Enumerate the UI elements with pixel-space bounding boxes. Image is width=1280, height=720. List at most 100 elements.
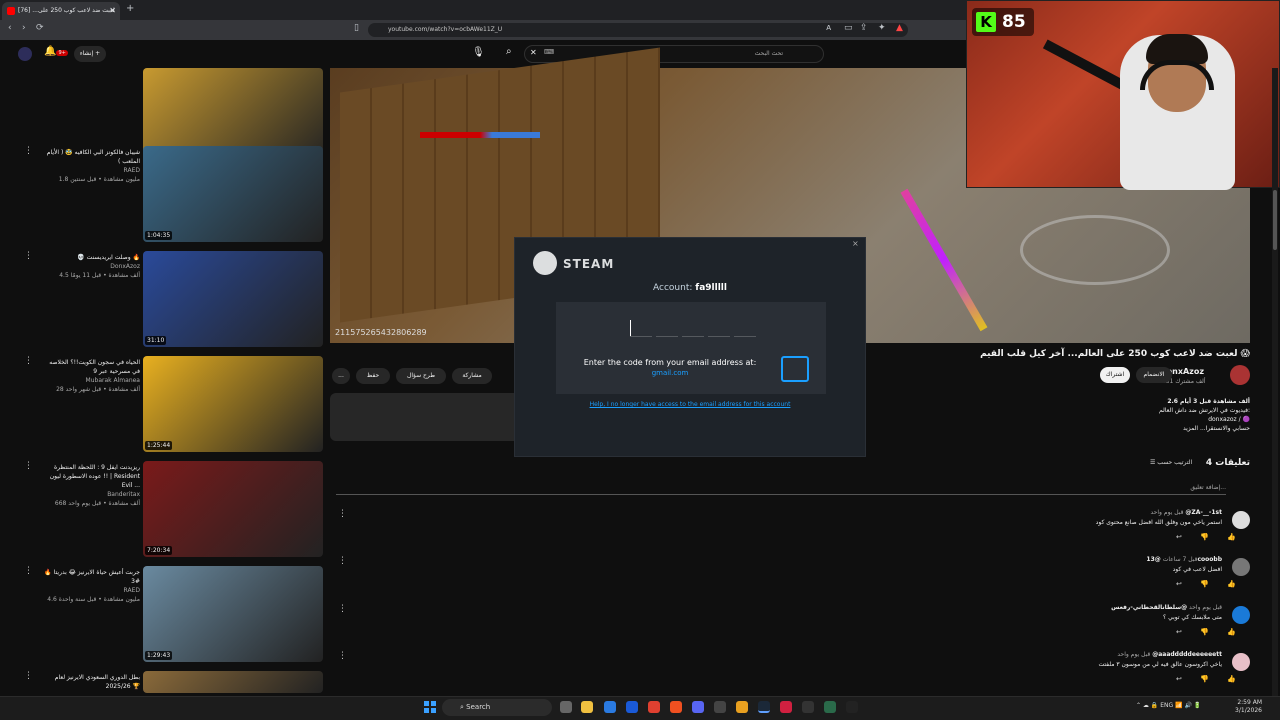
code-digit-2[interactable] — [656, 336, 678, 337]
comment-actions[interactable]: ↩ 👎 👍 — [1176, 675, 1244, 683]
user-avatar[interactable] — [18, 47, 32, 61]
browser-tab[interactable]: لعبت ضد لاعب كوب 250 على... [76] ✕ — [2, 2, 120, 20]
keyboard-icon[interactable]: ⌨ — [544, 48, 554, 56]
video-info[interactable]: ريزيدنت ايفل 9 : اللحظة المنتظرة عوده ال… — [40, 463, 140, 508]
comment-avatar[interactable] — [1232, 606, 1250, 624]
mail-icon[interactable] — [626, 701, 638, 713]
steam-close-icon[interactable]: × — [852, 239, 859, 248]
code-digit-1[interactable] — [630, 336, 652, 337]
video-info[interactable]: جربت أعيش حياة الايرنيز 😂 بدريتا 🔥 #3 RAE… — [40, 568, 140, 604]
share-icon[interactable]: ⇪ — [860, 23, 868, 33]
system-tray[interactable]: ⌃ ☁ 🔒 ENG 📶 🔊 🔋 — [1136, 702, 1201, 709]
video-thumbnail[interactable]: 1:04:35 — [143, 146, 323, 242]
scrollbar-thumb[interactable] — [1273, 190, 1277, 250]
extension-icon[interactable]: ✦ — [878, 23, 886, 33]
comment-actions[interactable]: ↩ 👎 👍 — [1176, 628, 1244, 636]
obs-icon[interactable] — [714, 701, 726, 713]
video-menu-icon[interactable]: ⋮ — [24, 356, 33, 366]
app-icon[interactable] — [846, 701, 858, 713]
reload-icon[interactable]: ⟳ — [36, 23, 44, 33]
video-thumbnail[interactable] — [143, 671, 323, 693]
back-icon[interactable]: ‹ — [8, 23, 12, 33]
adobe-icon[interactable] — [780, 701, 792, 713]
comment-author[interactable]: @ZA-__-1st — [1185, 509, 1222, 516]
tab-close-icon[interactable]: ✕ — [109, 2, 116, 20]
video-thumbnail[interactable]: 1:25:44 — [143, 356, 323, 452]
voice-search-icon[interactable]: 🎙 — [472, 47, 485, 58]
brave-icon[interactable]: ▲ — [896, 23, 903, 33]
notifications-icon[interactable]: 🔔 9+ — [44, 46, 68, 57]
comment-author[interactable]: @سلطانالقحطاني-رفعس — [1111, 604, 1187, 611]
file-explorer-icon[interactable] — [581, 701, 593, 713]
comment-menu-icon[interactable]: ⋮ — [338, 556, 347, 566]
store-icon[interactable] — [604, 701, 616, 713]
comment-author[interactable]: @aaadddddeeeeeett — [1152, 651, 1222, 658]
language-indicator[interactable]: ENG — [1160, 702, 1173, 709]
account-label: Account: — [653, 283, 693, 293]
video-thumbnail[interactable]: 31:10 — [143, 251, 323, 347]
brave-taskbar-icon[interactable] — [670, 701, 682, 713]
video-info[interactable]: بطل الدوري السعودي الايرنيز لعام 2025/26… — [40, 673, 140, 691]
comment-actions[interactable]: ↩ 👎 👍 — [1176, 533, 1244, 541]
share-button[interactable]: مشاركة — [452, 368, 492, 384]
page-scrollbar[interactable] — [1272, 68, 1278, 696]
app-icon[interactable] — [802, 701, 814, 713]
comment-time: قبل يوم واحد — [1150, 509, 1184, 516]
bookmark-icon[interactable]: ▯ — [354, 23, 359, 33]
video-title: شيبان فالكونز البي الكافيه 🥸 ( الأيام ال… — [46, 149, 140, 165]
chrome-icon[interactable] — [648, 701, 660, 713]
task-view-icon[interactable] — [560, 701, 572, 713]
video-info[interactable]: الحياه في سجون الكويت!!؟ الخلاصه في مسرح… — [40, 358, 140, 394]
forward-icon[interactable]: › — [22, 23, 26, 33]
code-digit-3[interactable] — [682, 336, 704, 337]
code-digit-5[interactable] — [734, 336, 756, 337]
comment-author-line: قبل يوم واحد @ZA-__-1st — [922, 509, 1222, 516]
sort-label: الترتيب حسب — [1157, 459, 1193, 466]
channel-avatar[interactable] — [1230, 365, 1250, 385]
steam-taskbar-icon[interactable] — [758, 701, 770, 713]
description-box[interactable] — [330, 393, 520, 441]
video-description[interactable]: 2.6 ألف مشاهدة قبل 3 أيام فيديوت في الاي… — [1090, 397, 1250, 433]
join-button[interactable]: الانضمام — [1136, 367, 1172, 383]
video-info[interactable]: 💀 وصلت ايريديسنت 🔥 DonxAzoz 4.5 ألف مشاهدة… — [40, 253, 140, 280]
cast-icon[interactable]: ▭ — [844, 23, 853, 33]
save-button[interactable]: حفظ — [356, 368, 390, 384]
create-button[interactable]: إنشاء + — [74, 46, 106, 62]
video-menu-icon[interactable]: ⋮ — [24, 566, 33, 576]
more-actions-button[interactable]: ... — [332, 368, 350, 384]
translate-icon[interactable]: ᴀ — [826, 23, 831, 33]
comment-avatar[interactable] — [1232, 558, 1250, 576]
comment-menu-icon[interactable]: ⋮ — [338, 509, 347, 519]
comment-avatar[interactable] — [1232, 511, 1250, 529]
video-menu-icon[interactable]: ⋮ — [24, 671, 33, 681]
frame-id: 211575265432806289 — [335, 328, 427, 337]
url-text: youtube.com/watch?v=ocbAWe11Z_U — [388, 26, 503, 33]
comment-menu-icon[interactable]: ⋮ — [338, 604, 347, 614]
video-thumbnail[interactable]: 1:29:43 — [143, 566, 323, 662]
tab-title: لعبت ضد لاعب كوب 250 على... [76] — [18, 7, 115, 14]
help-link[interactable]: Help, I no longer have access to the ema… — [514, 401, 866, 408]
sort-comments-button[interactable]: ☰ الترتيب حسب — [1150, 459, 1192, 466]
taskbar-clock[interactable]: 2:59 AM 3/1/2026 — [1232, 699, 1262, 715]
add-comment-input[interactable]: إضافة تعليق... — [336, 484, 1226, 495]
app-icon[interactable] — [824, 701, 836, 713]
comment-avatar[interactable] — [1232, 653, 1250, 671]
youtube-topbar — [0, 40, 970, 68]
windows-start-icon[interactable] — [424, 701, 436, 713]
comment-menu-icon[interactable]: ⋮ — [338, 651, 347, 661]
video-info[interactable]: شيبان فالكونز البي الكافيه 🥸 ( الأيام ال… — [40, 148, 140, 184]
video-menu-icon[interactable]: ⋮ — [24, 461, 33, 471]
taskbar-search[interactable]: ⌕ Search — [442, 699, 552, 716]
video-menu-icon[interactable]: ⋮ — [24, 251, 33, 261]
discord-icon[interactable] — [692, 701, 704, 713]
new-tab-icon[interactable]: + — [126, 3, 134, 14]
clear-search-icon[interactable]: ✕ — [530, 48, 537, 57]
app-icon[interactable] — [736, 701, 748, 713]
video-menu-icon[interactable]: ⋮ — [24, 146, 33, 156]
subscribe-button[interactable]: اشتراك — [1100, 367, 1130, 383]
video-thumbnail[interactable]: 7:20:34 — [143, 461, 323, 557]
code-digit-4[interactable] — [708, 336, 730, 337]
comment-actions[interactable]: ↩ 👎 👍 — [1176, 580, 1244, 588]
ask-button[interactable]: طرح سؤال — [396, 368, 446, 384]
search-icon[interactable]: ⌕ — [506, 46, 512, 57]
